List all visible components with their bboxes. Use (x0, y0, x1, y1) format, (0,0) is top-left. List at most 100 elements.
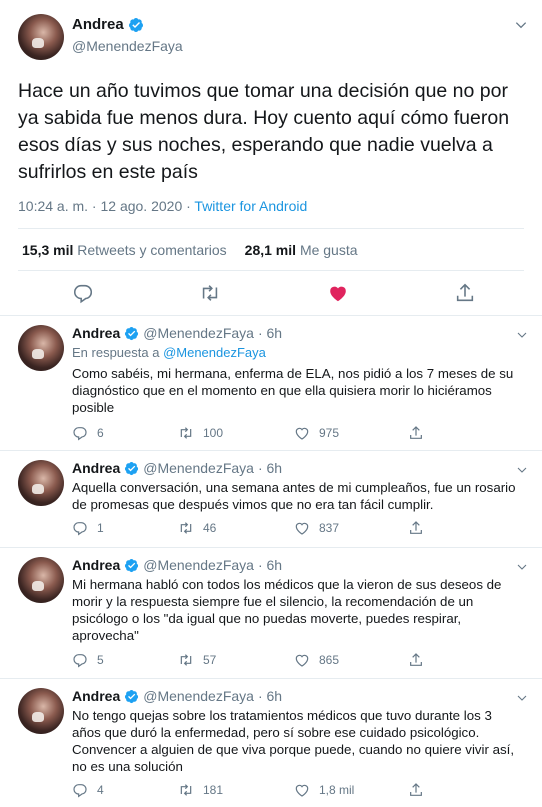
reply-count: 6 (97, 426, 104, 440)
reply-count: 5 (97, 653, 104, 667)
heart-icon (295, 522, 309, 535)
retweet-icon (180, 784, 192, 796)
chevron-down-icon[interactable] (516, 464, 528, 476)
tweet-source[interactable]: Twitter for Android (194, 198, 307, 214)
author-name[interactable]: Andrea (72, 16, 124, 33)
reply-button[interactable]: 4 (72, 782, 104, 798)
main-tweet: Andrea @MenendezFaya Hace un año tuvimos… (0, 0, 542, 316)
reply-button[interactable]: 1 (72, 520, 104, 536)
author-handle[interactable]: @MenendezFaya (143, 460, 254, 476)
retweet-button[interactable]: 46 (178, 520, 216, 536)
like-count: 1,8 mil (319, 783, 355, 797)
reply-tweet[interactable]: Andrea @MenendezFaya · 6h Aquella conver… (0, 452, 542, 548)
share-icon (410, 653, 422, 666)
heart-icon[interactable] (327, 282, 349, 304)
author-handle[interactable]: @MenendezFaya (143, 688, 254, 704)
retweet-icon (180, 654, 192, 666)
retweet-button[interactable]: 100 (178, 425, 223, 441)
retweet-button[interactable]: 57 (178, 652, 216, 668)
author-name[interactable]: Andrea (72, 460, 120, 476)
reply-actions: 1 46 837 (72, 520, 432, 538)
reply-tweet[interactable]: Andrea @MenendezFaya · 6h En respuesta a… (0, 317, 542, 451)
retweet-count: 46 (203, 521, 217, 535)
retweet-icon (180, 427, 192, 439)
verified-badge-icon (125, 326, 139, 340)
heart-icon (295, 654, 309, 667)
share-icon[interactable] (454, 282, 476, 304)
reply-tweet[interactable]: Andrea @MenendezFaya · 6h Mi hermana hab… (0, 549, 542, 679)
author-handle[interactable]: @MenendezFaya (143, 325, 254, 341)
verified-badge-icon (125, 461, 139, 475)
reply-text: Como sabéis, mi hermana, enferma de ELA,… (72, 366, 514, 415)
like-count: 837 (319, 521, 340, 535)
reply-count: 4 (97, 783, 104, 797)
reply-actions: 4 181 1,8 mil (72, 782, 432, 800)
retweets-stat[interactable]: 15,3 mil Retweets y comentarios (22, 242, 227, 258)
tweet-stats: 15,3 mil Retweets y comentarios 28,1 mil… (22, 242, 358, 258)
author-name[interactable]: Andrea (72, 557, 120, 573)
in-reply-mention[interactable]: @MenendezFaya (163, 345, 266, 360)
reply-icon (73, 784, 87, 798)
share-button[interactable] (408, 652, 424, 668)
author-handle[interactable]: @MenendezFaya (143, 557, 254, 573)
heart-icon (295, 427, 309, 440)
divider (18, 228, 524, 229)
divider (18, 270, 524, 271)
like-button[interactable]: 837 (294, 520, 339, 536)
share-button[interactable] (408, 782, 424, 798)
avatar[interactable] (18, 688, 64, 734)
share-icon (410, 783, 422, 796)
avatar[interactable] (18, 14, 64, 60)
heart-icon (295, 784, 309, 797)
verified-badge-icon (128, 17, 143, 32)
reply-header: Andrea @MenendezFaya · 6h (72, 557, 282, 573)
reply-time[interactable]: · 6h (258, 557, 282, 573)
reply-header: Andrea @MenendezFaya · 6h (72, 460, 282, 476)
author-handle[interactable]: @MenendezFaya (72, 38, 183, 54)
verified-badge-icon (125, 558, 139, 572)
reply-icon (73, 654, 87, 668)
reply-time[interactable]: · 6h (258, 325, 282, 341)
reply-count: 1 (97, 521, 104, 535)
in-reply-prefix: En respuesta a (72, 345, 164, 360)
likes-stat[interactable]: 28,1 mil Me gusta (245, 242, 358, 258)
like-button[interactable]: 865 (294, 652, 339, 668)
chevron-down-icon[interactable] (516, 692, 528, 704)
share-button[interactable] (408, 520, 424, 536)
tweet-timestamp[interactable]: 10:24 a. m. · 12 ago. 2020 · (18, 198, 194, 214)
author-name[interactable]: Andrea (72, 688, 120, 704)
retweet-count: 181 (203, 783, 224, 797)
reply-icon[interactable] (72, 282, 94, 304)
share-button[interactable] (408, 425, 424, 441)
like-button[interactable]: 1,8 mil (294, 782, 354, 798)
retweet-icon (180, 522, 192, 534)
reply-text: Mi hermana habló con todos los médicos q… (72, 577, 502, 643)
retweet-icon[interactable] (199, 282, 221, 304)
avatar[interactable] (18, 460, 64, 506)
reply-icon (73, 522, 87, 536)
reply-text: No tengo quejas sobre los tratamientos m… (72, 708, 515, 774)
avatar[interactable] (18, 557, 64, 603)
reply-button[interactable]: 6 (72, 425, 104, 441)
share-icon (410, 426, 422, 439)
reply-tweet[interactable]: Andrea @MenendezFaya · 6h No tengo queja… (0, 680, 542, 807)
tweet-text: Hace un año tuvimos que tomar una decisi… (18, 80, 510, 183)
reply-header: Andrea @MenendezFaya · 6h (72, 325, 282, 341)
retweet-count: 100 (203, 426, 224, 440)
chevron-down-icon[interactable] (516, 329, 528, 341)
reply-button[interactable]: 5 (72, 652, 104, 668)
author-name[interactable]: Andrea (72, 325, 120, 341)
chevron-down-icon[interactable] (516, 561, 528, 573)
chevron-down-icon[interactable] (514, 18, 528, 32)
avatar[interactable] (18, 325, 64, 371)
reply-header: Andrea @MenendezFaya · 6h (72, 688, 282, 704)
reply-icon (73, 427, 87, 441)
likes-label: Me gusta (299, 242, 358, 258)
reply-time[interactable]: · 6h (258, 688, 282, 704)
retweet-button[interactable]: 181 (178, 782, 223, 798)
reply-time[interactable]: · 6h (258, 460, 282, 476)
reply-actions: 5 57 865 (72, 652, 432, 670)
author-name-row: Andrea (72, 16, 144, 33)
like-button[interactable]: 975 (294, 425, 339, 441)
tweet-actions (0, 282, 542, 306)
